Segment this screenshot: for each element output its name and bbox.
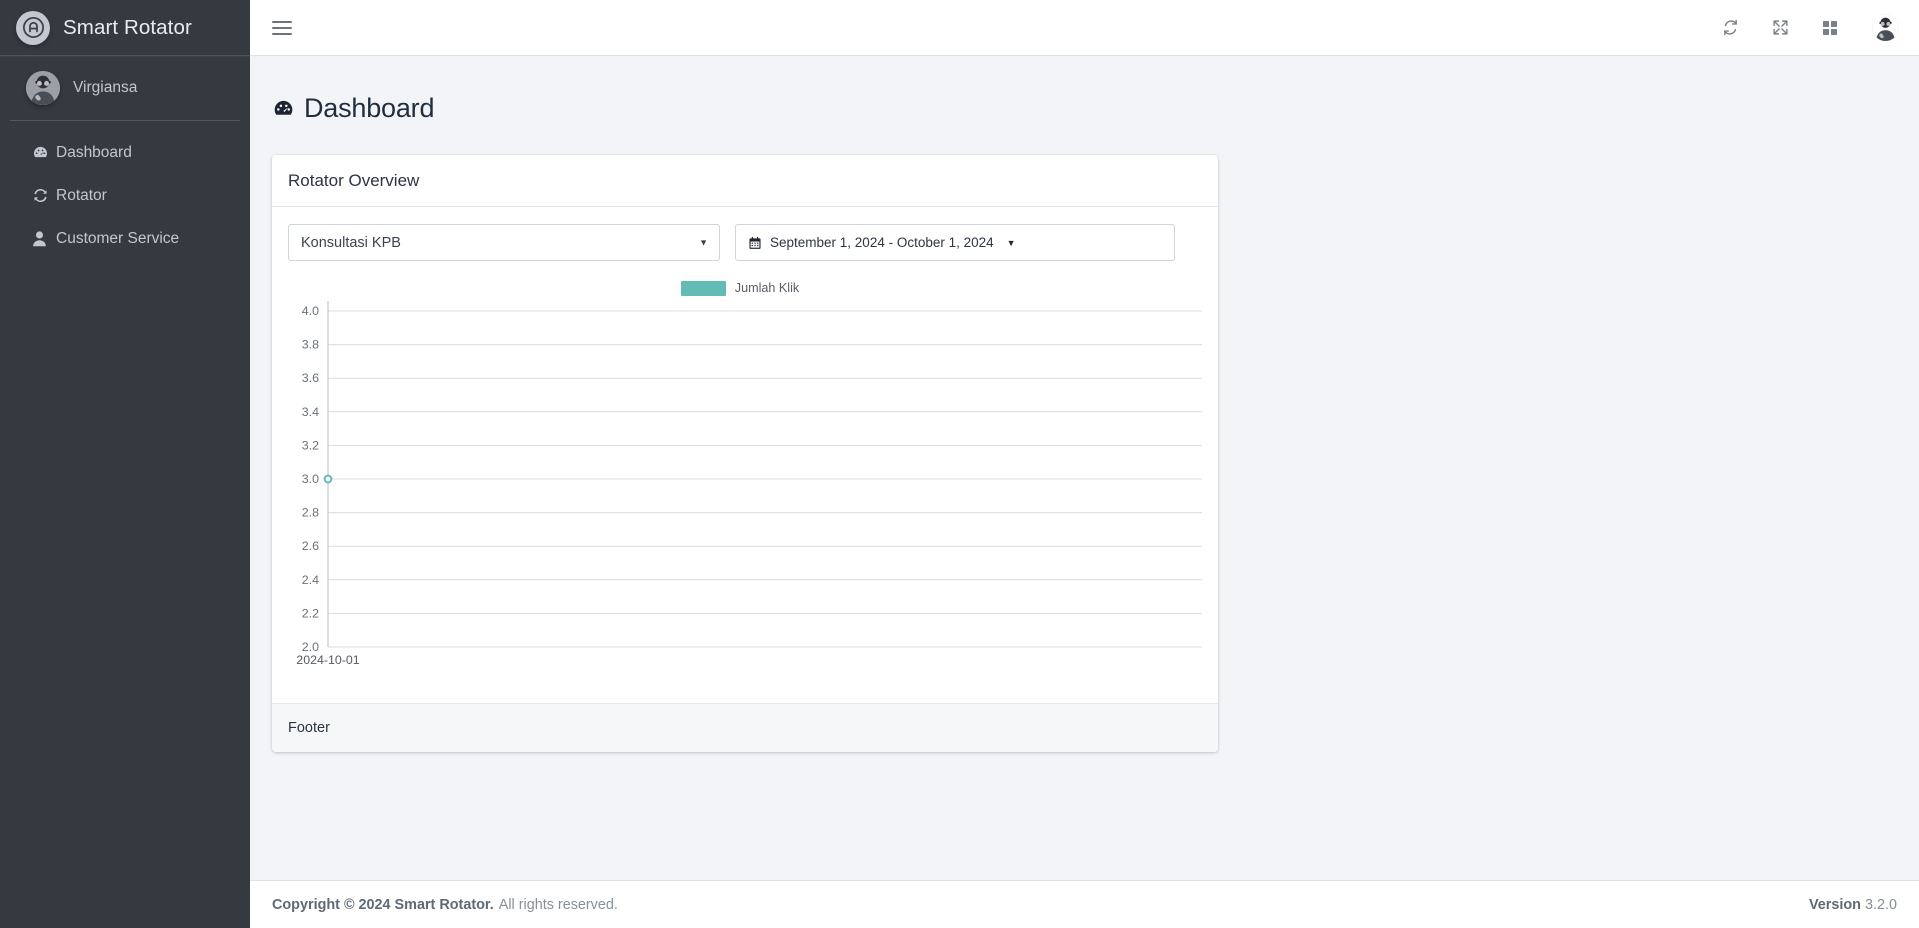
svg-text:3.0: 3.0: [302, 472, 319, 486]
legend-swatch-jumlah-klik[interactable]: [680, 280, 726, 296]
svg-text:3.8: 3.8: [302, 338, 319, 352]
user-icon: [32, 230, 56, 247]
rotator-chart[interactable]: Jumlah Klik 2.0 2.2 2.4 2.6 2.8 3.0 3.2 3.4 3.6 3…: [288, 275, 1202, 695]
tachometer-icon: [32, 144, 56, 161]
svg-text:3.2: 3.2: [302, 439, 319, 453]
refresh-icon[interactable]: [1718, 16, 1742, 40]
sidebar-item-dashboard[interactable]: Dashboard: [8, 131, 242, 174]
rotator-select[interactable]: Konsultasi KPB ▼: [288, 224, 720, 262]
navbar-actions: [1718, 14, 1899, 41]
brand-name: Smart Rotator: [63, 15, 192, 39]
sidebar-item-label: Customer Service: [56, 229, 180, 247]
footer-version-number: 3.2.0: [1864, 896, 1897, 913]
svg-text:2024-10-01: 2024-10-01: [296, 653, 359, 667]
card-title: Rotator Overview: [288, 171, 420, 191]
top-navbar: [250, 0, 1919, 56]
legend-label-jumlah-klik: Jumlah Klik: [734, 281, 800, 296]
chevron-down-icon: ▼: [699, 237, 708, 248]
card-body: Konsultasi KPB ▼ September 1, 2024 - Oct…: [272, 207, 1218, 703]
hamburger-icon[interactable]: [272, 15, 298, 41]
svg-text:3.6: 3.6: [302, 371, 319, 385]
app-root: Smart Rotator Virgiansa Dashboard Rotato…: [0, 0, 1919, 928]
svg-text:2.0: 2.0: [302, 640, 319, 654]
user-avatar: [26, 71, 60, 105]
card-footer: Footer: [272, 703, 1218, 753]
tachometer-icon: [272, 97, 295, 120]
content-wrapper: Dashboard Rotator Overview Konsultasi KP…: [250, 0, 1919, 928]
sidebar: Smart Rotator Virgiansa Dashboard Rotato…: [0, 0, 250, 928]
sidebar-nav: Dashboard Rotator Customer Service: [0, 121, 250, 260]
expand-arrows-icon[interactable]: [1768, 16, 1792, 40]
sync-icon: [32, 187, 56, 204]
sidebar-item-customer-service[interactable]: Customer Service: [8, 217, 242, 260]
svg-text:2.2: 2.2: [302, 607, 319, 621]
footer-rights: All rights reserved.: [498, 896, 618, 913]
page-title: Dashboard: [304, 93, 435, 124]
svg-text:2.4: 2.4: [302, 573, 319, 587]
card-header: Rotator Overview: [272, 155, 1218, 208]
sidebar-user-panel[interactable]: Virgiansa: [10, 56, 240, 121]
chart-plot-area: 2.0 2.2 2.4 2.6 2.8 3.0 3.2 3.4 3.6 3.8 4.0 2024-10…: [288, 301, 1202, 695]
svg-text:4.0: 4.0: [302, 304, 319, 318]
date-range-picker[interactable]: September 1, 2024 - October 1, 2024 ▼: [735, 224, 1175, 262]
svg-text:2.6: 2.6: [302, 539, 319, 553]
avatar[interactable]: [1872, 14, 1899, 41]
page-header: Dashboard: [250, 56, 1919, 155]
sidebar-item-label: Dashboard: [56, 143, 132, 161]
sidebar-user-name: Virgiansa: [73, 79, 138, 96]
footer-version-label: Version: [1808, 896, 1861, 913]
date-range-value: September 1, 2024 - October 1, 2024: [770, 235, 994, 251]
footer-copyright: Copyright © 2024 Smart Rotator.: [272, 896, 494, 913]
sidebar-item-rotator[interactable]: Rotator: [8, 174, 242, 217]
caret-down-icon: ▼: [1006, 237, 1016, 248]
chart-legend: Jumlah Klik: [288, 275, 1202, 301]
brand-link[interactable]: Smart Rotator: [0, 0, 250, 56]
svg-text:2.8: 2.8: [302, 506, 319, 520]
calendar-icon: [748, 236, 762, 250]
rotator-overview-card: Rotator Overview Konsultasi KPB ▼ Septem…: [272, 155, 1218, 753]
sidebar-item-label: Rotator: [56, 186, 107, 204]
main-footer: Copyright © 2024 Smart Rotator. All righ…: [250, 880, 1919, 928]
svg-text:3.4: 3.4: [302, 405, 319, 419]
chart-controls: Konsultasi KPB ▼ September 1, 2024 - Oct…: [288, 224, 1202, 262]
rotator-select-value: Konsultasi KPB: [301, 234, 401, 251]
rotator-logo-icon: [16, 10, 50, 45]
grid-apps-icon[interactable]: [1818, 16, 1842, 40]
